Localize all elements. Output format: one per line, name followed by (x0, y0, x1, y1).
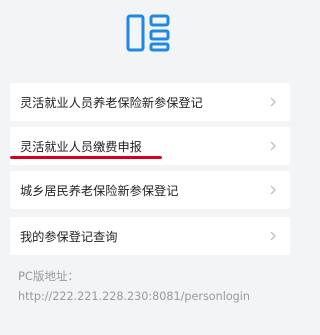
menu-item-registration-query[interactable]: 我的参保登记查询 (10, 217, 290, 255)
chevron-right-icon (268, 231, 278, 241)
grid-icon (126, 14, 170, 52)
menu-item-label: 城乡居民养老保险新参保登记 (20, 184, 179, 198)
menu-item-resident-pension-registration[interactable]: 城乡居民养老保险新参保登记 (10, 171, 290, 209)
menu-item-flexible-payment-declaration[interactable]: 灵活就业人员缴费申报 (10, 127, 290, 165)
menu-item-label: 我的参保登记查询 (20, 230, 118, 244)
menu-item-label: 灵活就业人员缴费申报 (20, 140, 142, 154)
chevron-right-icon (268, 97, 278, 107)
pc-address-label: PC版地址： (18, 269, 79, 283)
menu-item-flexible-pension-registration[interactable]: 灵活就业人员养老保险新参保登记 (10, 83, 290, 121)
pc-address-url: http://222.221.228.230:8081/personlogin (18, 290, 250, 303)
menu-item-label: 灵活就业人员养老保险新参保登记 (20, 96, 203, 110)
highlight-underline (10, 156, 162, 159)
chevron-right-icon (268, 141, 278, 151)
chevron-right-icon (268, 185, 278, 195)
